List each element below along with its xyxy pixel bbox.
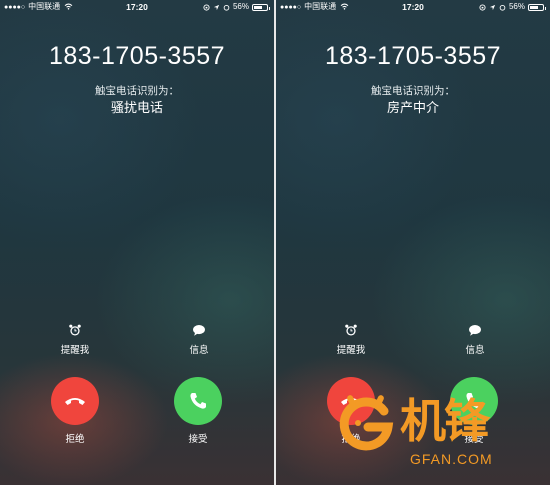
caller-number: 183-1705-3557	[324, 42, 502, 70]
alarm-clock-icon	[69, 324, 81, 336]
battery-icon	[252, 3, 270, 11]
location-arrow-icon	[213, 4, 220, 10]
decline-button[interactable]	[51, 377, 99, 425]
remind-me-button[interactable]: 提醒我	[45, 323, 105, 356]
accept-button[interactable]	[174, 377, 222, 425]
caller-id-label: 触宝电话识别为：	[95, 85, 179, 97]
caller-id-label: 触宝电话识别为：	[371, 85, 455, 97]
remind-me-label: 提醒我	[336, 345, 366, 356]
decline-label: 拒绝	[65, 434, 85, 445]
gfan-logo-icon	[339, 395, 394, 451]
message-bubble-icon	[193, 325, 205, 336]
alarm-clock-icon	[345, 324, 357, 336]
message-label: 信息	[465, 345, 485, 356]
rotation-lock-icon	[203, 3, 210, 11]
battery-percent: 56%	[232, 2, 249, 11]
battery-icon	[528, 3, 546, 11]
status-right: 56%	[203, 0, 270, 14]
phone-hangup-icon	[65, 398, 85, 405]
caller-number: 183-1705-3557	[48, 42, 226, 70]
alarm-status-icon	[223, 4, 230, 11]
phone-answer-icon	[190, 393, 206, 409]
caller-id-value: 房产中介	[386, 100, 439, 115]
message-button[interactable]: 信息	[169, 323, 229, 356]
remind-me-button[interactable]: 提醒我	[321, 323, 381, 356]
message-label: 信息	[189, 345, 209, 356]
comparison-image: ●●●●○ 中国联通 17:20 56% 183-1705-3557 触宝电话识别…	[0, 0, 550, 485]
status-bar: ●●●●○ 中国联通 17:20 56%	[276, 0, 550, 14]
location-arrow-icon	[489, 4, 496, 10]
accept-label: 接受	[188, 434, 208, 445]
incoming-call-screen-left: ●●●●○ 中国联通 17:20 56% 183-1705-3557 触宝电话识别…	[0, 0, 274, 485]
battery-percent: 56%	[508, 2, 525, 11]
gfan-watermark: 机锋 GFAN.COM	[334, 393, 544, 475]
watermark-site: GFAN.COM	[410, 451, 493, 467]
status-right: 56%	[479, 0, 546, 14]
alarm-status-icon	[499, 4, 506, 11]
message-bubble-icon	[469, 325, 481, 336]
remind-me-label: 提醒我	[60, 345, 90, 356]
message-button[interactable]: 信息	[445, 323, 505, 356]
watermark-brand: 机锋	[400, 395, 490, 447]
caller-id-value: 骚扰电话	[110, 100, 163, 115]
rotation-lock-icon	[479, 3, 486, 11]
status-bar: ●●●●○ 中国联通 17:20 56%	[0, 0, 274, 14]
